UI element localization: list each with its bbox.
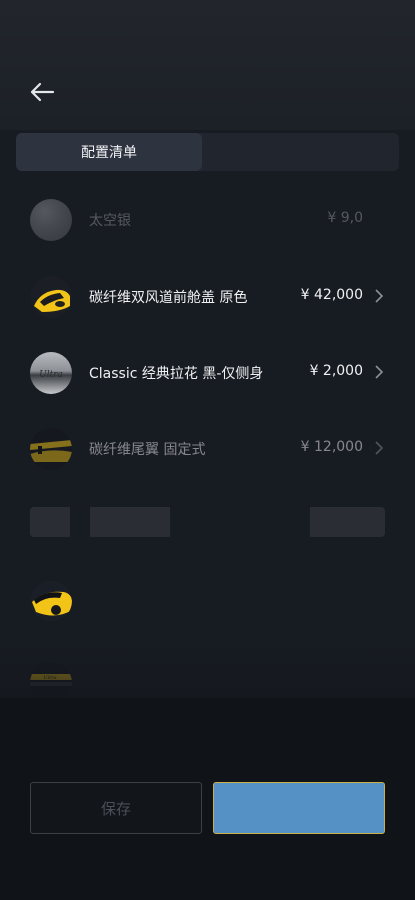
paint-swatch-thumbnail	[30, 199, 72, 241]
item-price: ¥ 42,000	[300, 287, 363, 303]
back-button[interactable]	[24, 76, 60, 108]
item-price: ¥ 2,000	[309, 363, 363, 379]
save-button-label: 保存	[100, 799, 131, 818]
tab-secondary[interactable]	[202, 133, 388, 171]
item-name: 碳纤维尾翼 固定式	[89, 442, 206, 458]
arrow-left-icon	[30, 82, 55, 102]
item-price: ¥ 12,000	[300, 439, 363, 455]
livery-thumbnail: Ultra	[30, 352, 72, 394]
car-side-thumbnail	[30, 580, 72, 622]
list-item-front-hood[interactable]: 碳纤维双风道前舱盖 原色 ¥ 42,000	[0, 269, 415, 325]
item-name: Classic 经典拉花 黑-仅侧身	[89, 366, 264, 382]
chevron-right-icon	[375, 365, 384, 379]
list-item-rear-wing[interactable]: 碳纤维尾翼 固定式 ¥ 12,000	[0, 421, 415, 477]
list-item-faded[interactable]	[0, 573, 415, 629]
item-price: ¥ 9,0	[327, 210, 363, 226]
chevron-right-icon	[375, 441, 384, 455]
svg-text:Ultra: Ultra	[39, 370, 63, 380]
item-name: 太空银	[89, 213, 131, 229]
primary-action-button[interactable]	[213, 782, 385, 834]
chevron-right-icon	[375, 289, 384, 303]
list-item-paint[interactable]: 太空银 ¥ 9,0	[0, 192, 415, 248]
tab-bar: 配置清单	[16, 133, 399, 171]
item-name: 碳纤维双风道前舱盖 原色	[89, 290, 248, 306]
list-item-livery[interactable]: Ultra Classic 经典拉花 黑-仅侧身 ¥ 2,000	[0, 345, 415, 401]
car-hood-thumbnail	[30, 276, 72, 318]
rear-wing-thumbnail	[30, 428, 72, 470]
header-background	[0, 0, 415, 130]
list-fade-overlay	[0, 640, 415, 700]
faded-list-item	[30, 507, 385, 537]
tab-config-list[interactable]: 配置清单	[16, 133, 202, 171]
save-button[interactable]: 保存	[30, 782, 202, 834]
